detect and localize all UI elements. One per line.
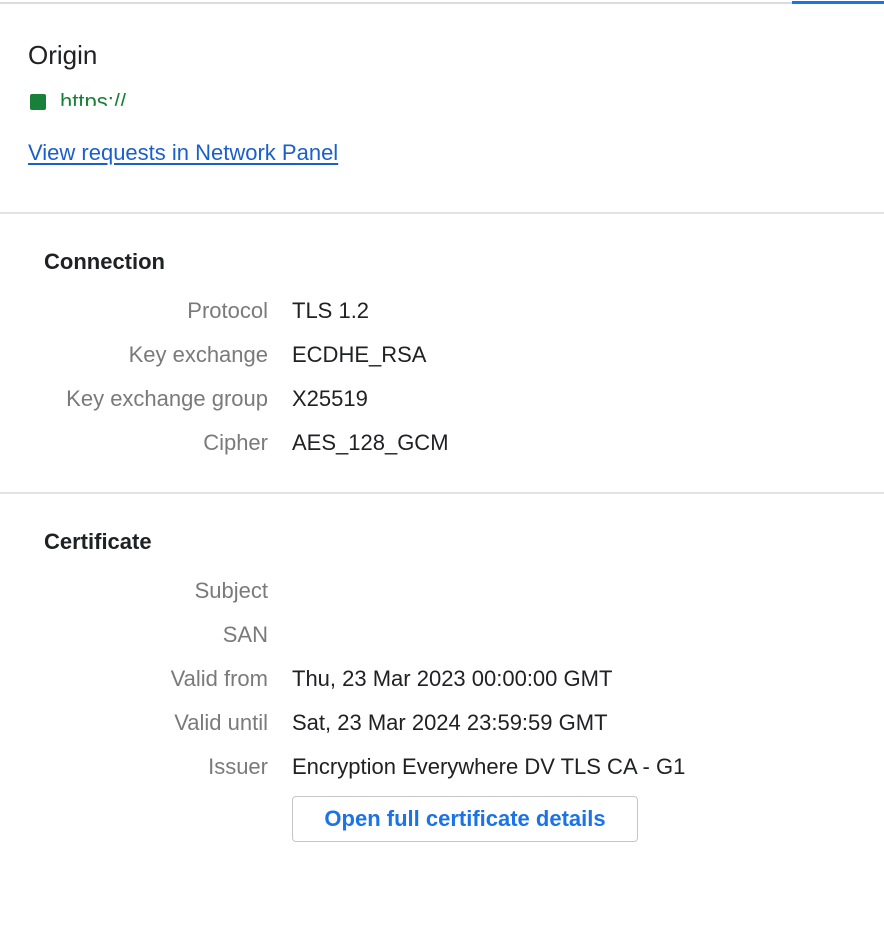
detail-row-key-exchange: Key exchange ECDHE_RSA (0, 340, 884, 370)
detail-label: Protocol (187, 298, 268, 323)
detail-label: Key exchange group (66, 386, 268, 411)
detail-row-valid-until: Valid until Sat, 23 Mar 2024 23:59:59 GM… (0, 708, 884, 738)
detail-value: Sat, 23 Mar 2024 23:59:59 GMT (292, 710, 608, 735)
open-certificate-details-button[interactable]: Open full certificate details (292, 796, 638, 842)
detail-label: Valid until (174, 710, 268, 735)
detail-row-key-exchange-group: Key exchange group X25519 (0, 384, 884, 414)
detail-row-protocol: Protocol TLS 1.2 (0, 296, 884, 326)
certificate-title: Certificate (44, 529, 152, 554)
connection-section: Connection Protocol TLS 1.2 Key exchange… (0, 214, 884, 494)
origin-title: Origin (28, 40, 98, 70)
detail-value: X25519 (292, 386, 368, 411)
detail-row-san: SAN (0, 620, 884, 650)
secure-origin-icon (30, 94, 46, 110)
detail-value: AES_128_GCM (292, 430, 449, 455)
detail-label: Cipher (203, 430, 268, 455)
detail-label: Issuer (208, 754, 268, 779)
certificate-section: Certificate Subject SAN Valid from Thu, … (0, 494, 884, 952)
detail-label: Subject (194, 578, 268, 603)
connection-title: Connection (44, 249, 165, 274)
detail-value: Encryption Everywhere DV TLS CA - G1 (292, 754, 686, 779)
detail-label: Valid from (170, 666, 268, 691)
detail-value: ECDHE_RSA (292, 342, 427, 367)
detail-row-cipher: Cipher AES_128_GCM (0, 428, 884, 458)
detail-value: Thu, 23 Mar 2023 00:00:00 GMT (292, 666, 613, 691)
origin-section: Origin https:// View requests in Network… (0, 4, 884, 214)
detail-row-valid-from: Valid from Thu, 23 Mar 2023 00:00:00 GMT (0, 664, 884, 694)
detail-label: Key exchange (128, 342, 268, 367)
detail-label: SAN (222, 622, 268, 647)
view-requests-link[interactable]: View requests in Network Panel (28, 138, 338, 168)
detail-row-subject: Subject (0, 576, 884, 606)
detail-value: TLS 1.2 (292, 298, 370, 323)
origin-row: https:// (30, 88, 126, 116)
detail-row-issuer: Issuer Encryption Everywhere DV TLS CA -… (0, 752, 884, 782)
origin-url: https:// (60, 89, 127, 114)
